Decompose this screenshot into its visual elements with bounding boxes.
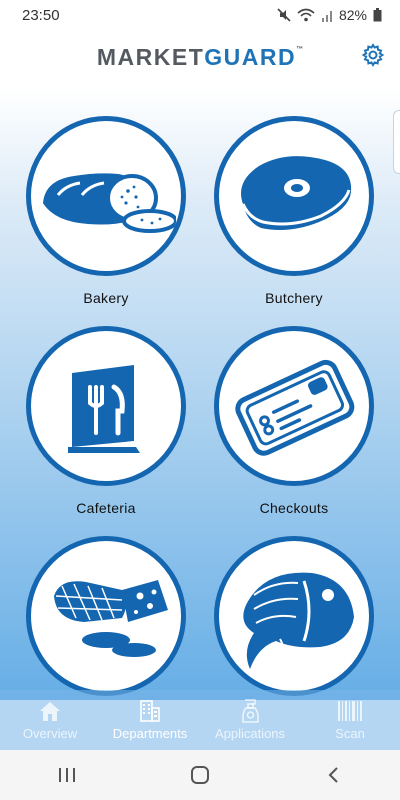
bakery-circle[interactable]	[26, 116, 186, 276]
building-icon	[140, 700, 160, 722]
mute-icon	[277, 8, 291, 22]
app-header: MARKETGUARD™	[0, 30, 400, 88]
bread-icon	[43, 173, 176, 233]
deli-circle[interactable]	[26, 536, 186, 696]
home-icon	[40, 702, 60, 721]
department-fish[interactable]	[214, 536, 374, 696]
recent-apps-icon	[58, 768, 75, 782]
barcode-icon	[338, 701, 362, 721]
nav-label: Scan	[335, 726, 365, 741]
department-label: Checkouts	[259, 500, 329, 516]
nav-label: Applications	[214, 726, 286, 741]
back-icon	[328, 767, 339, 783]
status-time: 23:50	[22, 6, 60, 24]
home-button[interactable]	[170, 755, 230, 795]
nav-overview[interactable]: Overview	[0, 690, 100, 750]
marketguard-logo: MARKETGUARD™	[0, 44, 400, 71]
department-label: Bakery	[83, 290, 129, 306]
credit-card-icon	[235, 359, 355, 456]
department-label: Butchery	[265, 290, 323, 306]
butchery-circle[interactable]	[214, 116, 374, 276]
gear-icon	[361, 43, 385, 67]
nav-label: Departments	[112, 726, 188, 741]
departments-grid[interactable]: Bakery Butchery Cafeteria Checkouts	[0, 88, 400, 700]
back-button[interactable]	[303, 755, 363, 795]
department-deli[interactable]	[26, 536, 186, 696]
department-bakery[interactable]: Bakery	[26, 116, 186, 306]
spray-bottle-icon	[242, 699, 259, 723]
department-checkouts[interactable]: Checkouts	[214, 326, 374, 516]
department-butchery[interactable]: Butchery	[214, 116, 374, 306]
steak-icon	[241, 156, 352, 230]
department-cafeteria[interactable]: Cafeteria	[26, 326, 186, 516]
checkouts-circle[interactable]	[214, 326, 374, 486]
logo-guard: GUARD	[204, 44, 297, 70]
battery-percent: 82%	[338, 7, 367, 23]
edge-panel-handle[interactable]	[393, 110, 400, 174]
recent-apps-button[interactable]	[37, 755, 97, 795]
cafeteria-circle[interactable]	[26, 326, 186, 486]
deli-ham-cheese-icon	[54, 580, 168, 657]
bottom-navigation: Overview Departments Applications Scan	[0, 690, 400, 750]
fish-icon	[243, 572, 354, 669]
logo-market: MARKET	[96, 44, 205, 70]
nav-applications[interactable]: Applications	[200, 690, 300, 750]
status-bar: 23:50 82%	[0, 0, 400, 30]
status-icons: 82%	[277, 7, 382, 23]
fish-circle[interactable]	[214, 536, 374, 696]
signal-icon	[321, 10, 332, 22]
nav-departments[interactable]: Departments	[100, 690, 200, 750]
wifi-icon	[297, 8, 315, 22]
menu-cutlery-icon	[68, 365, 140, 453]
department-label: Cafeteria	[76, 500, 136, 516]
logo-trademark: ™	[296, 46, 304, 53]
battery-icon	[373, 8, 382, 22]
system-navigation-bar	[0, 750, 400, 800]
nav-label: Overview	[22, 726, 78, 741]
home-circle-icon	[190, 766, 209, 784]
settings-button[interactable]	[360, 42, 386, 68]
nav-scan[interactable]: Scan	[300, 690, 400, 750]
